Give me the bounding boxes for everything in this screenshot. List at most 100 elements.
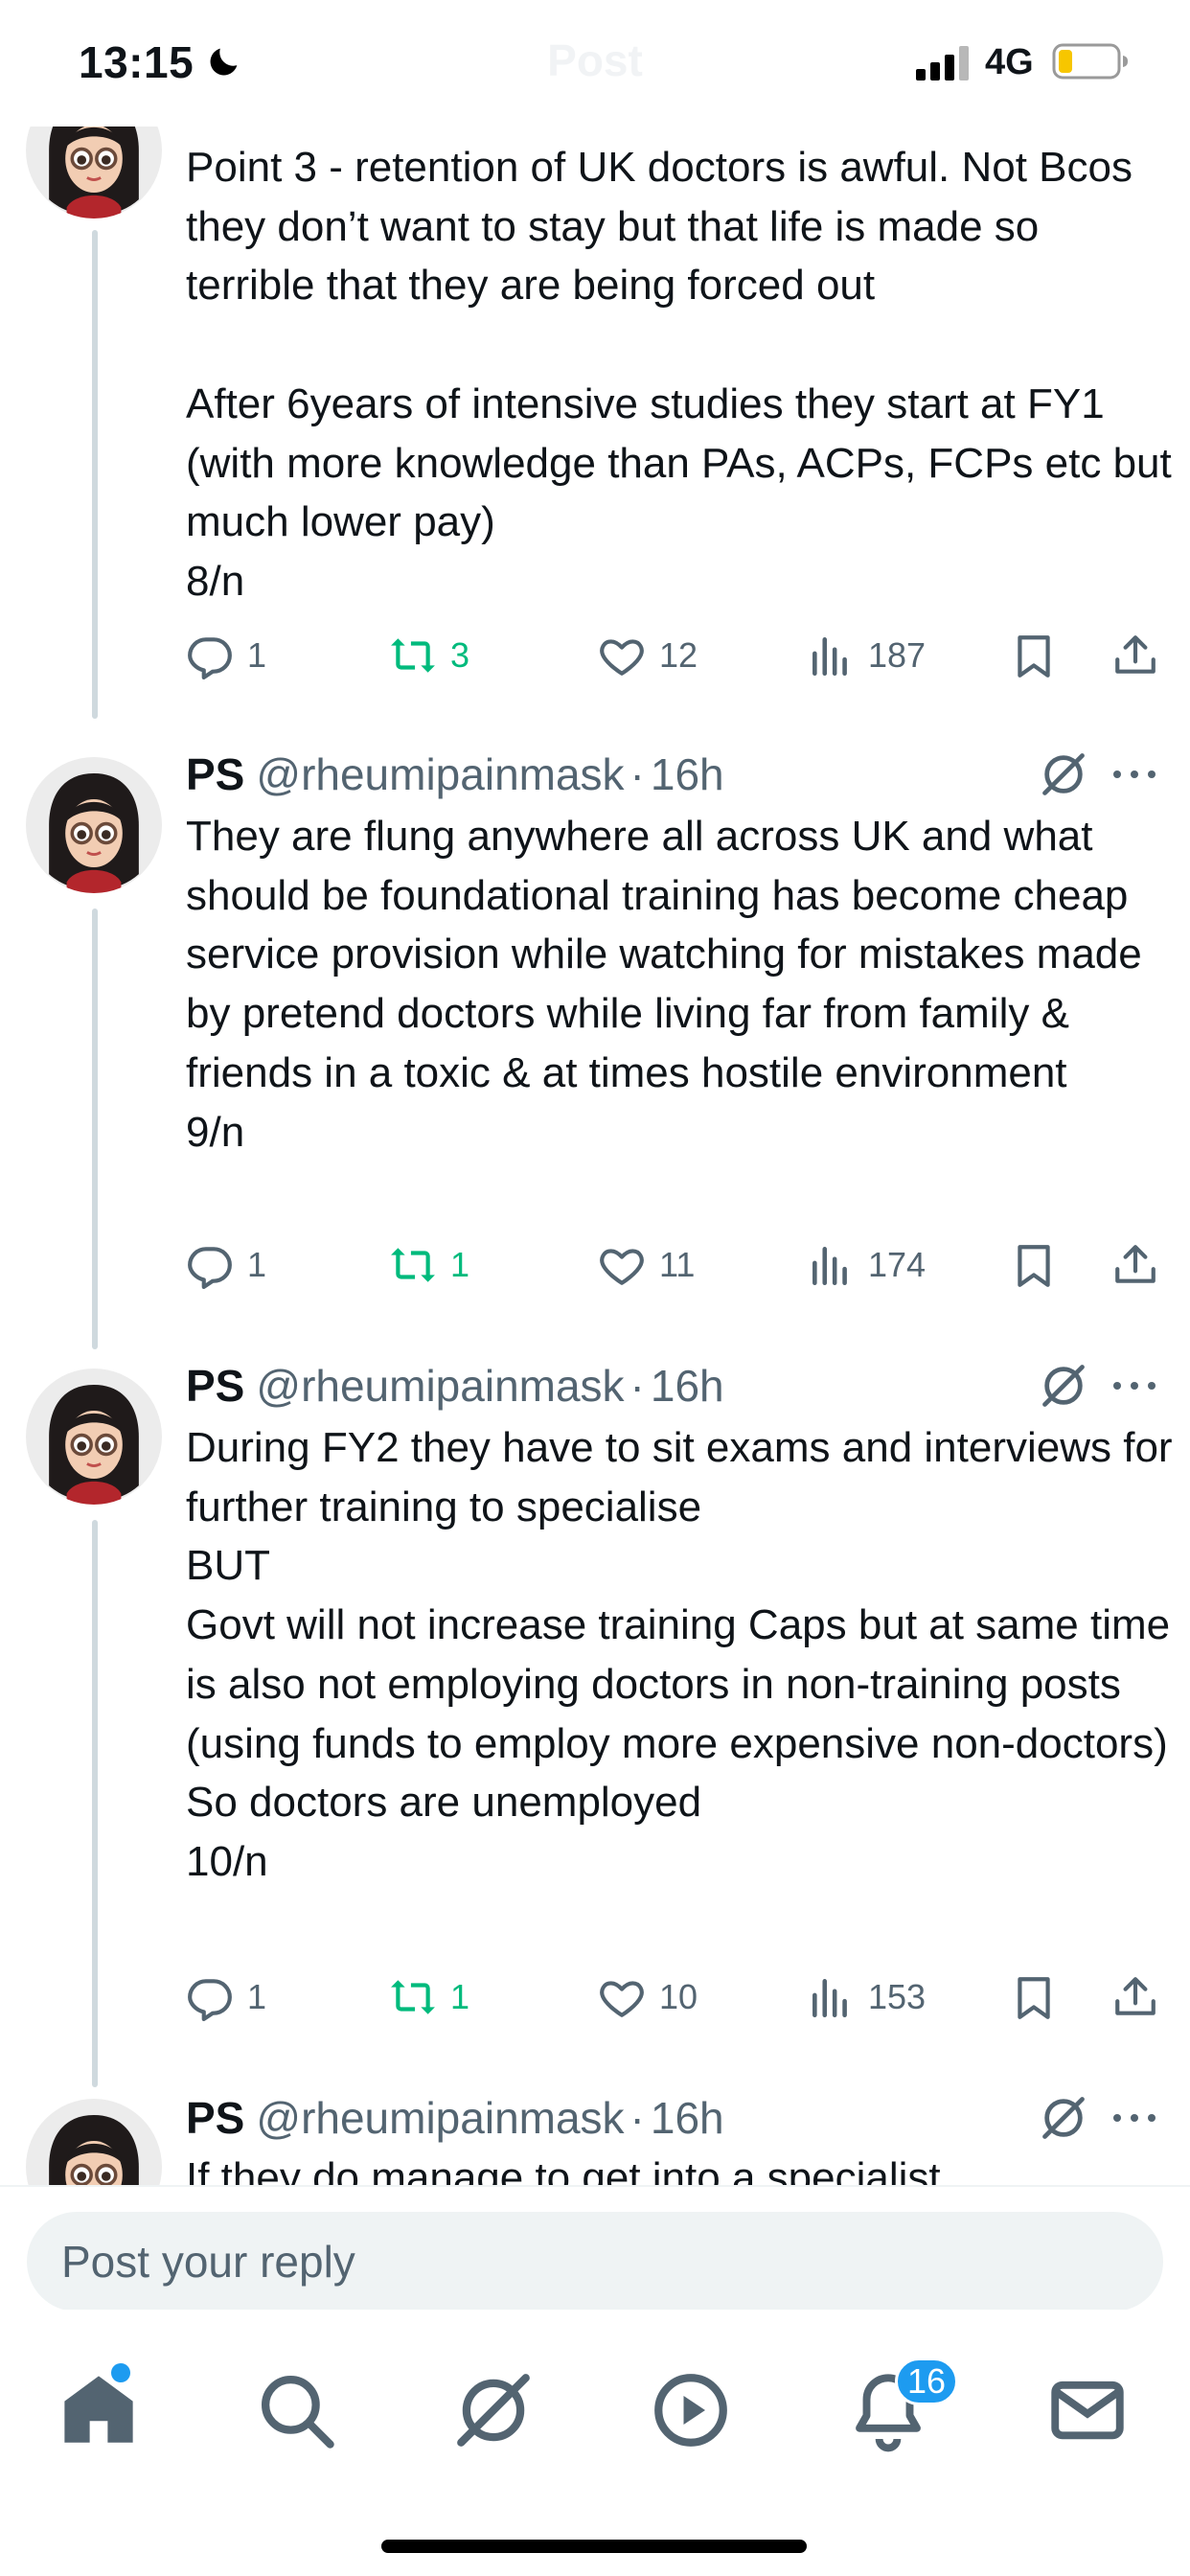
notification-badge: 16 (895, 2358, 959, 2405)
like-count: 12 (659, 635, 698, 675)
signal-icon (916, 46, 969, 80)
repost-button[interactable]: 3 (389, 627, 469, 684)
nav-messages[interactable] (1044, 2367, 1131, 2453)
avatar-image (26, 1368, 162, 1505)
repost-icon (391, 1980, 435, 2014)
views-icon (812, 1979, 847, 2018)
tweet-text: If they do manage to get into a speciali… (186, 2154, 941, 2185)
reply-input[interactable] (27, 2212, 1163, 2312)
app-root: Point 3 - retention of UK doctors is awf… (0, 0, 1190, 2576)
separator-dot: · (629, 749, 645, 799)
like-button[interactable]: 12 (598, 627, 698, 684)
repost-count: 1 (450, 1245, 470, 1284)
bookmark-button[interactable] (1010, 1968, 1071, 2026)
thread-connector (92, 230, 98, 719)
views-count: 153 (868, 1977, 927, 2016)
status-time: 13:15 (79, 37, 195, 87)
timestamp[interactable]: 16h (651, 748, 724, 800)
network-label: 4G (985, 42, 1034, 82)
separator-dot: · (629, 2093, 645, 2143)
share-icon (1115, 635, 1156, 674)
search-icon (262, 2376, 334, 2449)
views-count: 174 (868, 1245, 927, 1284)
reply-count: 1 (247, 1245, 267, 1284)
avatar[interactable] (26, 1368, 162, 1505)
display-name[interactable]: PS (186, 748, 244, 800)
like-icon (600, 1981, 644, 2017)
mail-icon (1051, 2380, 1124, 2440)
reply-bar (0, 2185, 1190, 2312)
more-icon[interactable] (1111, 1376, 1157, 1395)
nav-video[interactable] (648, 2367, 734, 2453)
grok-icon[interactable] (1039, 749, 1088, 799)
views-button[interactable]: 153 (807, 1968, 926, 2026)
display-name[interactable]: PS (186, 1360, 244, 1412)
views-icon (812, 637, 847, 677)
like-count: 10 (659, 1977, 698, 2016)
bookmark-icon (1018, 1245, 1050, 1287)
user-handle[interactable]: @rheumipainmask (256, 2092, 624, 2144)
user-handle[interactable]: @rheumipainmask (256, 1360, 624, 1412)
tweet-text: During FY2 they have to sit exams and in… (186, 1424, 1173, 1885)
thread-connector (92, 908, 98, 1349)
tweet-header: PS @rheumipainmask · 16h (186, 1357, 724, 1414)
nav-search[interactable] (253, 2367, 339, 2453)
tweet-text: They are flung anywhere all across UK an… (186, 813, 1142, 1156)
grok-icon[interactable] (1039, 1361, 1088, 1411)
reply-button[interactable]: 1 (186, 627, 266, 684)
grok-icon[interactable] (1039, 2093, 1088, 2143)
display-name[interactable]: PS (186, 2092, 244, 2144)
timestamp[interactable]: 16h (651, 1360, 724, 1412)
like-button[interactable]: 10 (598, 1968, 698, 2026)
reply-button[interactable]: 1 (186, 1968, 266, 2026)
reply-button[interactable]: 1 (186, 1236, 266, 1294)
share-button[interactable] (1111, 627, 1173, 684)
tweet-header: PS @rheumipainmask · 16h (186, 2089, 724, 2147)
tweet-header: PS @rheumipainmask · 16h (186, 746, 724, 803)
like-button[interactable]: 11 (598, 1236, 695, 1294)
views-count: 187 (868, 635, 927, 675)
reply-icon (188, 1979, 232, 2021)
status-bar: Post 13:15 4G (0, 0, 1190, 126)
home-indicator (381, 2540, 807, 2553)
separator-dot: · (629, 1361, 645, 1411)
thread-connector (92, 1520, 98, 2087)
share-icon (1115, 1977, 1156, 2015)
nav-home[interactable] (56, 2367, 142, 2453)
nav-grok[interactable] (450, 2367, 537, 2453)
like-count: 11 (659, 1245, 696, 1284)
reply-icon (188, 1247, 232, 1289)
repost-button[interactable]: 1 (389, 1236, 469, 1294)
bookmark-button[interactable] (1010, 1236, 1071, 1294)
repost-count: 3 (450, 635, 470, 675)
reply-icon (188, 637, 232, 679)
more-icon[interactable] (1111, 2108, 1157, 2128)
views-button[interactable]: 187 (807, 627, 926, 684)
bottom-nav: 16 (0, 2310, 1190, 2576)
avatar-image (26, 2099, 162, 2185)
repost-icon (391, 1248, 435, 1282)
more-icon[interactable] (1111, 765, 1157, 784)
thread-feed[interactable]: Point 3 - retention of UK doctors is awf… (0, 0, 1190, 2185)
tweet-text: Point 3 - retention of UK doctors is awf… (186, 144, 1172, 605)
avatar[interactable] (26, 2099, 162, 2185)
bookmark-button[interactable] (1010, 627, 1071, 684)
avatar[interactable] (26, 757, 162, 893)
like-icon (600, 1249, 644, 1285)
reply-count: 1 (247, 635, 267, 675)
views-icon (812, 1247, 847, 1286)
share-icon (1115, 1245, 1156, 1283)
share-button[interactable] (1111, 1236, 1173, 1294)
home-unread-dot (111, 2363, 130, 2382)
avatar-image (26, 757, 162, 893)
moon-icon (210, 48, 238, 76)
repost-count: 1 (450, 1977, 470, 2016)
bookmark-icon (1018, 635, 1050, 678)
timestamp[interactable]: 16h (651, 2092, 724, 2144)
views-button[interactable]: 174 (807, 1236, 926, 1294)
share-button[interactable] (1111, 1968, 1173, 2026)
reply-count: 1 (247, 1977, 267, 2016)
user-handle[interactable]: @rheumipainmask (256, 748, 624, 800)
home-icon (64, 2376, 133, 2443)
repost-button[interactable]: 1 (389, 1968, 469, 2026)
